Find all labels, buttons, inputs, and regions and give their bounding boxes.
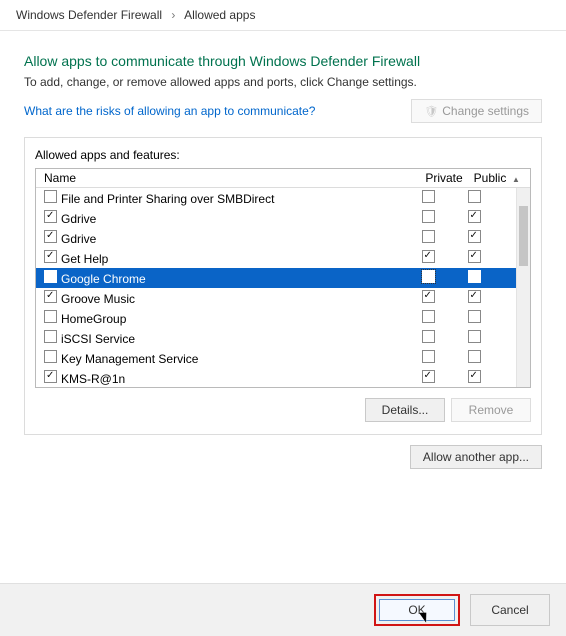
public-checkbox[interactable] bbox=[468, 270, 481, 283]
public-checkbox[interactable] bbox=[468, 350, 481, 363]
public-checkbox[interactable] bbox=[468, 330, 481, 343]
remove-button[interactable]: Remove bbox=[451, 398, 531, 422]
allowed-apps-panel: Allowed apps and features: Name Private … bbox=[24, 137, 542, 435]
enable-checkbox[interactable] bbox=[44, 210, 57, 223]
private-checkbox[interactable] bbox=[422, 290, 435, 303]
list-header: Name Private Public ▲ bbox=[36, 169, 530, 188]
app-name-label: iSCSI Service bbox=[61, 332, 135, 346]
details-button[interactable]: Details... bbox=[365, 398, 445, 422]
app-name-label: Gdrive bbox=[61, 212, 96, 226]
public-checkbox[interactable] bbox=[468, 250, 481, 263]
list-row[interactable]: Google Chrome bbox=[36, 268, 516, 288]
dialog-footer: OK Cancel bbox=[0, 583, 566, 636]
private-checkbox[interactable] bbox=[422, 310, 435, 323]
list-row[interactable]: iSCSI Service bbox=[36, 328, 516, 348]
app-name-label: Google Chrome bbox=[61, 272, 146, 286]
app-name-label: Get Help bbox=[61, 252, 108, 266]
enable-checkbox[interactable] bbox=[44, 330, 57, 343]
caret-up-icon[interactable]: ▲ bbox=[512, 175, 520, 184]
private-checkbox[interactable] bbox=[422, 190, 435, 203]
app-name-label: Gdrive bbox=[61, 232, 96, 246]
cancel-button[interactable]: Cancel bbox=[470, 594, 550, 626]
scrollbar[interactable] bbox=[516, 188, 530, 387]
private-checkbox[interactable] bbox=[422, 270, 435, 283]
private-checkbox[interactable] bbox=[422, 250, 435, 263]
enable-checkbox[interactable] bbox=[44, 190, 57, 203]
risks-link[interactable]: What are the risks of allowing an app to… bbox=[24, 104, 315, 118]
app-name-label: Key Management Service bbox=[61, 352, 198, 366]
public-checkbox[interactable] bbox=[468, 210, 481, 223]
content-area: Allow apps to communicate through Window… bbox=[0, 31, 566, 473]
public-checkbox[interactable] bbox=[468, 290, 481, 303]
enable-checkbox[interactable] bbox=[44, 230, 57, 243]
breadcrumb-root[interactable]: Windows Defender Firewall bbox=[16, 8, 162, 22]
breadcrumb-page: Allowed apps bbox=[184, 8, 255, 22]
ok-button[interactable]: OK bbox=[379, 599, 455, 621]
enable-checkbox[interactable] bbox=[44, 370, 57, 383]
app-name-label: Groove Music bbox=[61, 292, 135, 306]
enable-checkbox[interactable] bbox=[44, 250, 57, 263]
enable-checkbox[interactable] bbox=[44, 310, 57, 323]
private-checkbox[interactable] bbox=[422, 210, 435, 223]
allow-another-app-button[interactable]: Allow another app... bbox=[410, 445, 542, 469]
ok-highlight: OK bbox=[374, 594, 460, 626]
app-name-label: File and Printer Sharing over SMBDirect bbox=[61, 192, 274, 206]
breadcrumb: Windows Defender Firewall › Allowed apps bbox=[0, 0, 566, 31]
app-name-label: HomeGroup bbox=[61, 312, 126, 326]
scrollbar-thumb[interactable] bbox=[519, 206, 528, 266]
public-checkbox[interactable] bbox=[468, 370, 481, 383]
private-checkbox[interactable] bbox=[422, 350, 435, 363]
allowed-apps-list: Name Private Public ▲ File and Printer S… bbox=[35, 168, 531, 388]
column-name[interactable]: Name bbox=[40, 171, 420, 185]
column-public[interactable]: Public bbox=[468, 171, 512, 185]
private-checkbox[interactable] bbox=[422, 370, 435, 383]
enable-checkbox[interactable] bbox=[44, 350, 57, 363]
list-row[interactable]: Groove Music bbox=[36, 288, 516, 308]
list-row[interactable]: Gdrive bbox=[36, 208, 516, 228]
public-checkbox[interactable] bbox=[468, 230, 481, 243]
column-private[interactable]: Private bbox=[420, 171, 468, 185]
private-checkbox[interactable] bbox=[422, 230, 435, 243]
page-subtitle: To add, change, or remove allowed apps a… bbox=[24, 75, 542, 89]
public-checkbox[interactable] bbox=[468, 190, 481, 203]
private-checkbox[interactable] bbox=[422, 330, 435, 343]
list-row[interactable]: Get Help bbox=[36, 248, 516, 268]
list-row[interactable]: Key Management Service bbox=[36, 348, 516, 368]
list-row[interactable]: Gdrive bbox=[36, 228, 516, 248]
panel-title: Allowed apps and features: bbox=[35, 148, 531, 162]
chevron-right-icon: › bbox=[171, 8, 175, 22]
list-body: File and Printer Sharing over SMBDirect G… bbox=[36, 188, 530, 387]
change-settings-button[interactable]: Change settings bbox=[411, 99, 542, 123]
page-title: Allow apps to communicate through Window… bbox=[24, 53, 542, 69]
enable-checkbox[interactable] bbox=[44, 270, 57, 283]
public-checkbox[interactable] bbox=[468, 310, 481, 323]
list-row[interactable]: File and Printer Sharing over SMBDirect bbox=[36, 188, 516, 208]
app-name-label: KMS-R@1n bbox=[61, 372, 125, 386]
list-row[interactable]: KMS-R@1n bbox=[36, 368, 516, 387]
enable-checkbox[interactable] bbox=[44, 290, 57, 303]
list-row[interactable]: HomeGroup bbox=[36, 308, 516, 328]
